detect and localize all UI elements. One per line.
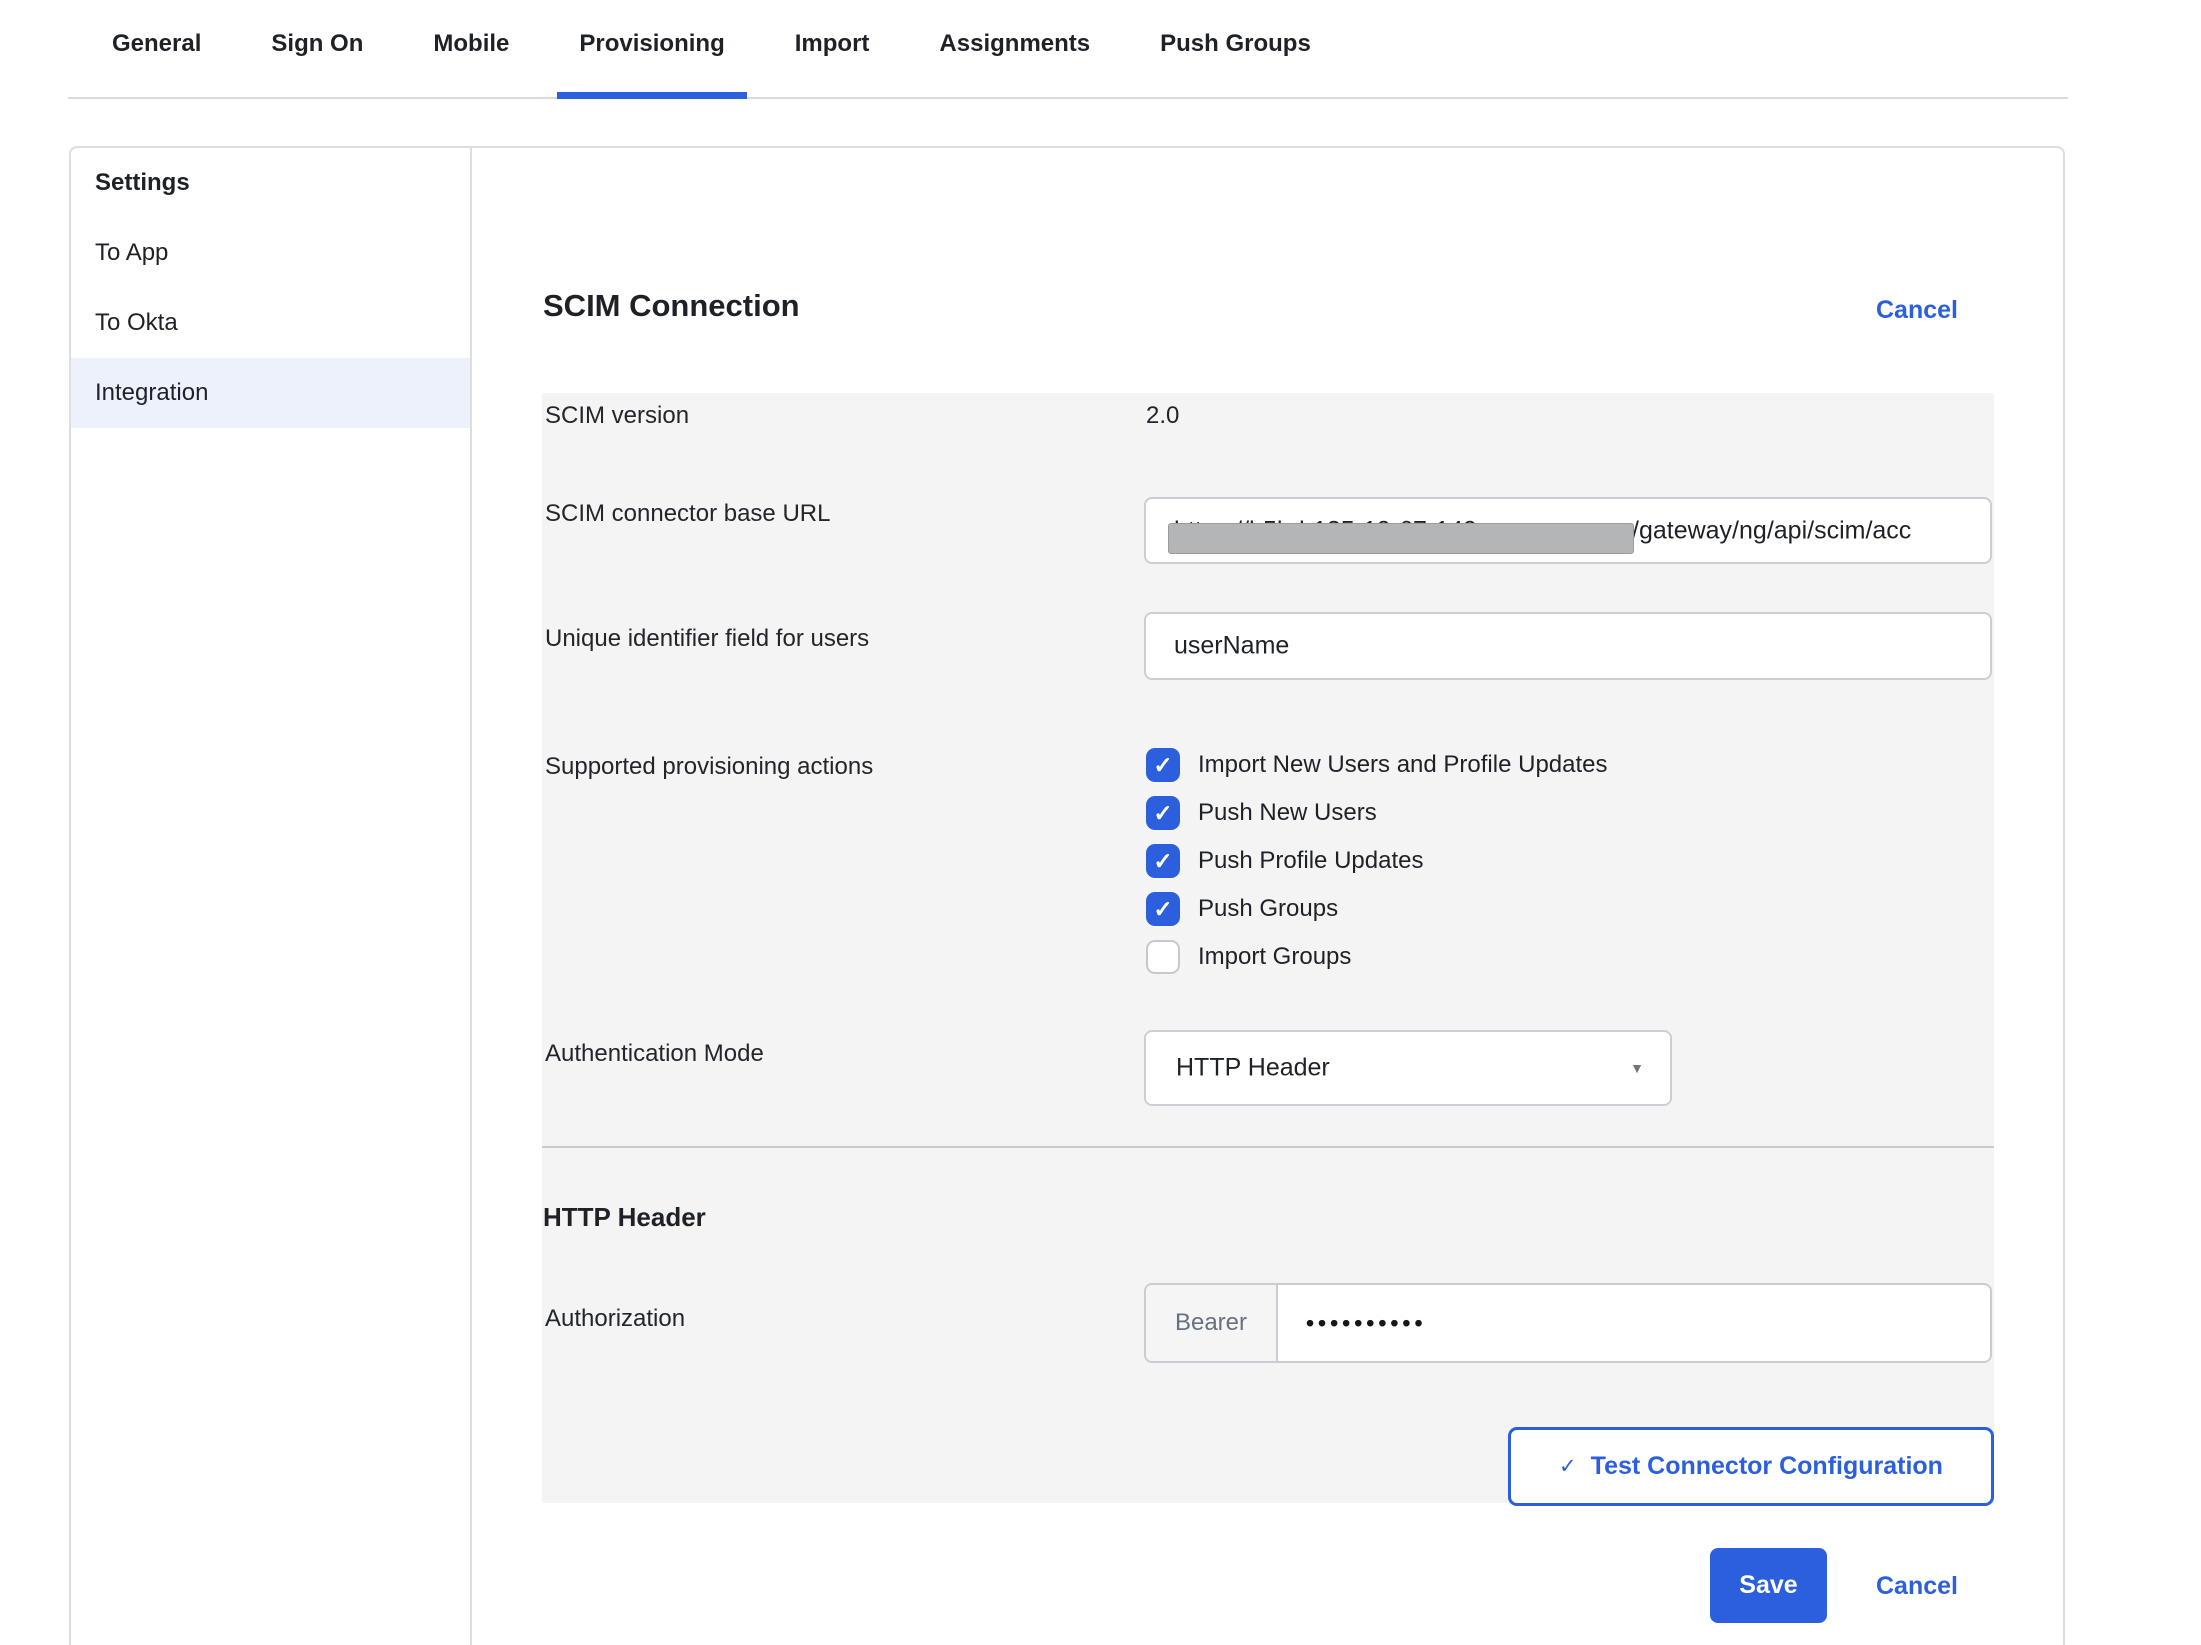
cancel-link-top[interactable]: Cancel bbox=[1876, 296, 1958, 325]
http-header-section-title: HTTP Header bbox=[543, 1202, 706, 1233]
authorization-token-field[interactable]: •••••••••• bbox=[1278, 1285, 1427, 1361]
section-divider bbox=[542, 1146, 1994, 1148]
checkbox-push-new-users[interactable]: ✓ bbox=[1146, 796, 1180, 830]
check-icon: ✓ bbox=[1153, 898, 1172, 921]
check-icon: ✓ bbox=[1153, 754, 1172, 777]
auth-mode-selected-value: HTTP Header bbox=[1176, 1054, 1330, 1083]
check-icon: ✓ bbox=[1153, 802, 1172, 825]
scim-version-label: SCIM version bbox=[545, 402, 689, 430]
save-button[interactable]: Save bbox=[1710, 1548, 1827, 1623]
tab-import[interactable]: Import bbox=[773, 0, 892, 99]
tab-general[interactable]: General bbox=[90, 0, 223, 99]
action-row-push-profile-updates: ✓ Push Profile Updates bbox=[1146, 837, 1608, 885]
action-row-push-groups: ✓ Push Groups bbox=[1146, 885, 1608, 933]
unique-id-input[interactable]: userName bbox=[1144, 612, 1992, 680]
checkbox-import-new-users[interactable]: ✓ bbox=[1146, 748, 1180, 782]
checkbox-import-groups[interactable] bbox=[1146, 940, 1180, 974]
action-row-import-groups: Import Groups bbox=[1146, 933, 1608, 981]
authorization-input-group: Bearer •••••••••• bbox=[1144, 1283, 1992, 1363]
authorization-label: Authorization bbox=[545, 1305, 685, 1333]
action-label: Import New Users and Profile Updates bbox=[1198, 751, 1608, 779]
action-row-import-new-users: ✓ Import New Users and Profile Updates bbox=[1146, 741, 1608, 789]
page-title: SCIM Connection bbox=[543, 288, 800, 324]
base-url-visible-suffix: /gateway/ng/api/scim/acc bbox=[1632, 516, 1911, 544]
provisioning-actions-list: ✓ Import New Users and Profile Updates ✓… bbox=[1146, 741, 1608, 981]
action-label: Push Groups bbox=[1198, 895, 1338, 923]
base-url-input[interactable]: https://h5hd-135-19-67-149/gateway/ng/ap… bbox=[1144, 497, 1992, 564]
authorization-prefix: Bearer bbox=[1146, 1285, 1278, 1361]
sidebar-item-integration[interactable]: Integration bbox=[71, 358, 470, 428]
unique-id-value: userName bbox=[1174, 632, 1289, 661]
base-url-label: SCIM connector base URL bbox=[545, 500, 830, 528]
action-label: Push Profile Updates bbox=[1198, 847, 1423, 875]
tab-provisioning[interactable]: Provisioning bbox=[557, 0, 746, 99]
cancel-link-bottom[interactable]: Cancel bbox=[1876, 1572, 1958, 1601]
app-window: General Sign On Mobile Provisioning Impo… bbox=[0, 0, 2201, 1645]
check-icon: ✓ bbox=[1153, 850, 1172, 873]
action-label: Push New Users bbox=[1198, 799, 1377, 827]
sidebar-header-settings: Settings bbox=[71, 148, 470, 218]
auth-mode-select[interactable]: HTTP Header ▼ bbox=[1144, 1030, 1672, 1106]
check-icon: ✓ bbox=[1559, 1456, 1577, 1477]
tab-assignments[interactable]: Assignments bbox=[917, 0, 1112, 99]
action-row-push-new-users: ✓ Push New Users bbox=[1146, 789, 1608, 837]
provisioning-actions-label: Supported provisioning actions bbox=[545, 753, 873, 781]
sidebar-item-to-okta[interactable]: To Okta bbox=[71, 288, 470, 358]
tab-push-groups[interactable]: Push Groups bbox=[1138, 0, 1333, 99]
action-label: Import Groups bbox=[1198, 943, 1351, 971]
unique-id-label: Unique identifier field for users bbox=[545, 625, 869, 653]
chevron-down-icon: ▼ bbox=[1630, 1060, 1644, 1076]
sidebar-item-to-app[interactable]: To App bbox=[71, 218, 470, 288]
app-tab-bar: General Sign On Mobile Provisioning Impo… bbox=[68, 0, 2068, 99]
settings-sidebar: Settings To App To Okta Integration bbox=[71, 148, 472, 1645]
checkbox-push-groups[interactable]: ✓ bbox=[1146, 892, 1180, 926]
checkbox-push-profile-updates[interactable]: ✓ bbox=[1146, 844, 1180, 878]
auth-mode-label: Authentication Mode bbox=[545, 1040, 764, 1068]
test-connector-configuration-button[interactable]: ✓ Test Connector Configuration bbox=[1508, 1427, 1994, 1506]
test-connector-configuration-label: Test Connector Configuration bbox=[1591, 1452, 1943, 1481]
redaction-bar bbox=[1168, 523, 1634, 554]
scim-version-value: 2.0 bbox=[1146, 402, 1179, 430]
tab-mobile[interactable]: Mobile bbox=[411, 0, 531, 99]
tab-sign-on[interactable]: Sign On bbox=[249, 0, 385, 99]
